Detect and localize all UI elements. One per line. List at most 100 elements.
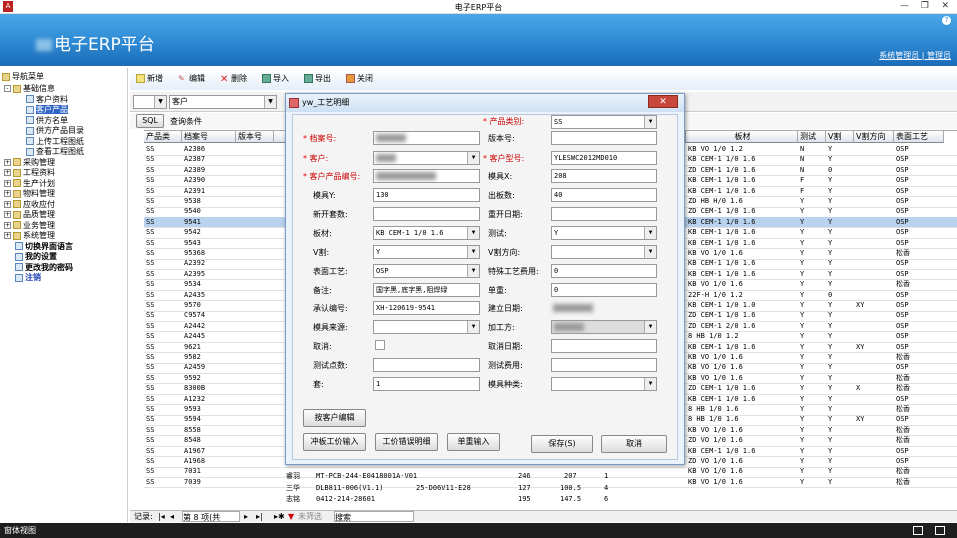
col-header-vcut-dir[interactable]: V割方向 — [854, 131, 894, 143]
expand-icon[interactable]: + — [4, 200, 11, 208]
col-header-vcut[interactable]: V割 — [826, 131, 854, 143]
approval-no-field[interactable]: XH-120619-9541 — [373, 301, 480, 315]
price-error-detail-button[interactable]: 工价错误明细 — [375, 433, 438, 451]
sql-button[interactable]: SQL — [136, 114, 164, 128]
filter-status[interactable]: 未筛选 — [298, 511, 322, 522]
expand-icon[interactable]: + — [4, 179, 11, 187]
prev-record-icon[interactable]: ◂ — [170, 511, 174, 522]
expand-icon[interactable]: + — [4, 211, 11, 218]
nav-item[interactable]: + 系统管理 — [4, 231, 55, 241]
file-no-field[interactable] — [373, 131, 480, 145]
expand-icon[interactable]: + — [4, 158, 11, 166]
expand-icon[interactable]: + — [4, 169, 11, 176]
search-input[interactable]: 搜索 — [334, 511, 414, 522]
cancel-button[interactable]: 取消 — [601, 435, 667, 453]
nav-item[interactable]: 客户产品 — [26, 105, 68, 115]
nav-item[interactable]: + 物料管理 — [4, 189, 55, 199]
col-header-product-type[interactable]: 产品类 — [144, 131, 182, 143]
mold-x-field[interactable]: 208 — [551, 169, 657, 183]
nav-item[interactable]: 供方产品目录 — [26, 126, 84, 136]
dialog-titlebar[interactable]: yw_工艺明细 — [286, 94, 684, 112]
nav-item[interactable]: + 工程资料 — [4, 168, 55, 178]
record-position[interactable]: 第 8 项(共 3766 — [182, 511, 240, 533]
edit-by-customer-button[interactable]: 按客户编辑 — [303, 409, 366, 427]
punch-price-input-button[interactable]: 冲板工价输入 — [303, 433, 366, 451]
expand-icon[interactable]: + — [4, 221, 11, 229]
customer-select[interactable]: ▼ — [373, 151, 480, 165]
nav-item[interactable]: + 品质管理 — [4, 210, 55, 220]
nav-item[interactable]: 上传工程图纸 — [26, 137, 84, 147]
close-button[interactable]: 关闭 — [346, 73, 373, 84]
processor-select[interactable]: ▼ — [551, 320, 657, 334]
minimize-icon[interactable]: — — [900, 1, 909, 11]
unit-weight-field[interactable]: 0 — [551, 283, 657, 297]
cancel-date-field[interactable] — [551, 339, 657, 353]
new-count-field[interactable] — [373, 207, 480, 221]
mold-source-select[interactable]: ▼ — [373, 320, 480, 334]
col-header-board[interactable]: 板材 — [686, 131, 798, 143]
col-header-file-no[interactable]: 档案号 — [182, 131, 236, 143]
board-select[interactable]: KB CEM-1 1/0 1.6 ▼ — [373, 226, 480, 240]
remark-field[interactable]: 国字黑,底字黑,阻焊绿 — [373, 283, 480, 297]
col-header-surface[interactable]: 表面工艺 — [894, 131, 944, 143]
help-icon[interactable]: ? — [942, 16, 951, 25]
nav-root[interactable]: 导航菜单 — [2, 72, 44, 82]
mold-type-select[interactable]: ▼ — [551, 377, 657, 391]
filter-op-select[interactable]: ▼ — [133, 95, 167, 109]
nav-item[interactable]: 我的设置 — [4, 252, 57, 262]
nav-item[interactable]: + 业务管理 — [4, 221, 55, 231]
col-header-version[interactable]: 版本号 — [236, 131, 274, 143]
chevron-down-icon: ▼ — [644, 116, 656, 128]
nav-item[interactable]: 供方名单 — [26, 116, 68, 126]
pcs-field[interactable]: 40 — [551, 188, 657, 202]
form-view-icon[interactable] — [913, 526, 923, 535]
table-row[interactable]: SS 7039 KB VO 1/0 1.6 Y Y 松香 — [144, 477, 957, 489]
first-record-icon[interactable]: |◂ — [158, 511, 165, 522]
cust-model-field[interactable]: YLESWC2012MD010 — [551, 151, 657, 165]
dialog-close-button[interactable]: ✕ — [648, 95, 678, 108]
design-view-icon[interactable] — [935, 526, 945, 535]
special-fee-field[interactable]: 0 — [551, 264, 657, 278]
delete-button[interactable]: ✕ 删除 — [220, 73, 247, 85]
vcut-select[interactable]: Y ▼ — [373, 245, 480, 259]
cust-prod-no-field[interactable] — [373, 169, 480, 183]
nav-item[interactable]: + 应收应付 — [4, 200, 55, 210]
last-record-icon[interactable]: ▸| — [256, 511, 263, 522]
nav-item[interactable]: 切换界面语言 — [4, 242, 73, 252]
cancel-checkbox[interactable] — [375, 340, 385, 350]
test-points-field[interactable] — [373, 358, 480, 372]
test-fee-field[interactable] — [551, 358, 657, 372]
product-type-select[interactable]: SS ▼ — [551, 115, 657, 129]
col-header-test[interactable]: 测试 — [798, 131, 826, 143]
user-links[interactable]: 系统管理员 | 管理员 — [879, 50, 951, 61]
import-button[interactable]: 导入 — [262, 73, 289, 84]
nav-item[interactable]: 注销 — [4, 273, 41, 283]
nav-item[interactable]: + 采购管理 — [4, 158, 55, 168]
surface-select[interactable]: OSP ▼ — [373, 264, 480, 278]
reopen-date-field[interactable] — [551, 207, 657, 221]
expand-icon[interactable]: + — [4, 232, 11, 239]
unit-weight-input-button[interactable]: 单重输入 — [447, 433, 500, 451]
new-button[interactable]: 新增 — [136, 73, 163, 84]
version-field[interactable] — [551, 131, 657, 145]
save-button[interactable]: 保存(S) — [531, 435, 593, 453]
edit-button[interactable]: ✎ 编辑 — [178, 73, 205, 84]
nav-item[interactable]: 查看工程图纸 — [26, 147, 84, 157]
filter-field-select[interactable]: 客户 ▼ — [169, 95, 277, 109]
expand-icon[interactable]: + — [4, 190, 11, 197]
nav-item[interactable]: 客户资料 — [26, 95, 68, 105]
test-select[interactable]: Y ▼ — [551, 226, 657, 240]
cell-test: Y — [800, 425, 805, 434]
nav-item[interactable]: + 生产计划 — [4, 179, 55, 189]
mold-y-field[interactable]: 130 — [373, 188, 480, 202]
new-record-icon[interactable]: ▸✱ — [274, 511, 285, 522]
nav-item[interactable]: 更改我的密码 — [4, 263, 73, 273]
nav-item[interactable]: - 基础信息 — [4, 84, 55, 94]
next-record-icon[interactable]: ▸ — [244, 511, 248, 522]
vcut-dir-select[interactable]: ▼ — [551, 245, 657, 259]
collapse-icon[interactable]: - — [4, 85, 11, 92]
sets-field[interactable]: 1 — [373, 377, 480, 391]
close-icon[interactable]: ✕ — [941, 1, 949, 11]
maximize-icon[interactable]: ❐ — [921, 1, 929, 11]
export-button[interactable]: 导出 — [304, 73, 331, 84]
